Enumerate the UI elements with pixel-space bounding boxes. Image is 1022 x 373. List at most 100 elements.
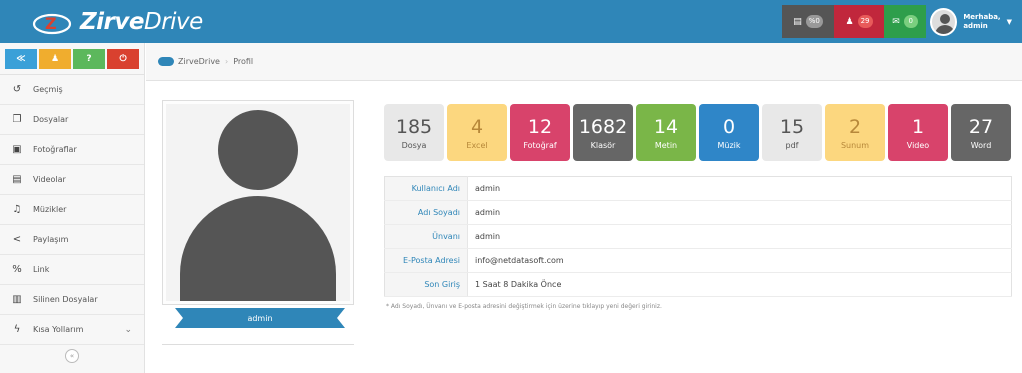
stat-label: Metin (654, 140, 678, 150)
cloud-icon (158, 57, 174, 66)
list-icon: ▤ (793, 16, 802, 27)
field-label: E-Posta Adresi (384, 248, 468, 273)
profile-shortcut-button[interactable]: ♟ (39, 49, 71, 69)
sidebar-item-sharing[interactable]: < Paylaşım (0, 225, 144, 255)
stat-value: 1 (911, 115, 925, 138)
stat-tile-folders[interactable]: 1682 Klasör (573, 104, 633, 161)
sidebar-item-label: Kısa Yollarım (33, 325, 84, 334)
fullname-field[interactable]: admin (467, 200, 1012, 225)
avatar (930, 7, 958, 36)
profile-photo[interactable] (162, 100, 354, 305)
sidebar-item-label: Paylaşım (33, 235, 69, 244)
envelope-icon: ✉ (892, 16, 900, 27)
stat-label: Excel (466, 140, 488, 150)
power-icon: ⏻ (119, 54, 127, 64)
field-label: Ünvanı (384, 224, 468, 249)
table-row: Kullanıcı Adı admin (384, 176, 1012, 201)
table-row: Adı Soyadı admin (384, 200, 1012, 225)
breadcrumb-separator: › (224, 57, 229, 66)
stat-tile-music[interactable]: 0 Müzik (699, 104, 759, 161)
stat-label: Sunum (840, 140, 870, 150)
files-badge: %0 (805, 15, 823, 28)
breadcrumb: ZirveDrive › Profil (146, 43, 1022, 81)
stat-value: 1682 (578, 115, 628, 138)
share-shortcut-button[interactable]: ≪ (5, 49, 37, 69)
file-stats: 185 Dosya 4 Excel 12 Fotoğraf 1682 Klasö… (384, 104, 1011, 161)
stat-label: Word (970, 140, 992, 150)
stat-value: 185 (395, 115, 433, 138)
photo-icon: ▣ (12, 144, 22, 155)
stat-tile-excel[interactable]: 4 Excel (447, 104, 507, 161)
email-field[interactable]: info@netdatasoft.com (467, 248, 1012, 273)
sidebar: ≪ ♟ ? ⏻ ↺ Geçmiş ❐ Dosyalar ▣ Fotoğrafla… (0, 43, 145, 373)
sidebar-item-photos[interactable]: ▣ Fotoğraflar (0, 135, 144, 165)
breadcrumb-root-link[interactable]: ZirveDrive (178, 57, 220, 66)
chevron-down-icon: ⌄ (124, 324, 132, 335)
stat-tile-files[interactable]: 185 Dosya (384, 104, 444, 161)
ribbon-notch-right (337, 308, 345, 328)
user-icon: ♟ (50, 54, 60, 64)
sidebar-item-videos[interactable]: ▤ Videolar (0, 165, 144, 195)
stat-tile-presentation[interactable]: 2 Sunum (825, 104, 885, 161)
stat-label: Müzik (717, 140, 741, 150)
notifications-button[interactable]: ♟ 29 (834, 5, 884, 38)
stat-label: Klasör (590, 140, 616, 150)
user-greeting: Merhaba, (963, 12, 1001, 21)
sidebar-item-files[interactable]: ❐ Dosyalar (0, 105, 144, 135)
stat-value: 27 (968, 115, 994, 138)
stat-tile-photos[interactable]: 12 Fotoğraf (510, 104, 570, 161)
ribbon-notch-left (175, 308, 183, 328)
table-row: E-Posta Adresi info@netdatasoft.com (384, 248, 1012, 273)
logo-text: ZirveDrive (80, 9, 203, 35)
user-name: admin (963, 21, 988, 30)
stat-tile-pdf[interactable]: 15 pdf (762, 104, 822, 161)
breadcrumb-current: Profil (233, 57, 254, 66)
sidebar-item-label: Link (33, 265, 50, 274)
help-shortcut-button[interactable]: ? (73, 49, 105, 69)
bolt-icon: ϟ (13, 324, 21, 335)
stat-value: 12 (527, 115, 553, 138)
video-icon: ▤ (12, 174, 22, 185)
sidebar-item-label: Videolar (33, 175, 66, 184)
divider (162, 344, 354, 345)
sidebar-shortcut-buttons: ≪ ♟ ? ⏻ (0, 43, 144, 75)
field-label: Son Giriş (384, 272, 468, 297)
logout-shortcut-button[interactable]: ⏻ (107, 49, 139, 69)
stat-value: 2 (848, 115, 862, 138)
title-field[interactable]: admin (467, 224, 1012, 249)
files-icon: ❐ (12, 114, 22, 125)
logo-icon: Z (32, 13, 72, 35)
share-icon: < (12, 234, 22, 245)
app-logo[interactable]: Z ZirveDrive (30, 7, 203, 37)
stat-tile-text[interactable]: 14 Metin (636, 104, 696, 161)
bell-icon: ♟ (845, 16, 854, 27)
username-value: admin (467, 176, 1012, 201)
user-menu-button[interactable]: Merhaba, admin ▼ (926, 5, 1016, 38)
caret-down-icon: ▼ (1006, 17, 1012, 26)
sidebar-item-history[interactable]: ↺ Geçmiş (0, 75, 144, 105)
stat-value: 4 (470, 115, 484, 138)
sidebar-item-deleted-files[interactable]: ▥ Silinen Dosyalar (0, 285, 144, 315)
files-menu-button[interactable]: ▤ %0 (782, 5, 834, 38)
stat-tile-word[interactable]: 27 Word (951, 104, 1011, 161)
link-icon: % (12, 264, 22, 275)
sidebar-item-label: Silinen Dosyalar (33, 295, 98, 304)
sidebar-item-shortcuts[interactable]: ϟ Kısa Yollarım ⌄ (0, 315, 144, 345)
stat-value: 14 (653, 115, 679, 138)
sidebar-item-label: Müzikler (33, 205, 67, 214)
last-login-value: 1 Saat 8 Dakika Önce (467, 272, 1012, 297)
stat-tile-video[interactable]: 1 Video (888, 104, 948, 161)
table-row: Son Giriş 1 Saat 8 Dakika Önce (384, 272, 1012, 297)
messages-badge: 0 (903, 15, 918, 28)
sidebar-item-music[interactable]: ♫ Müzikler (0, 195, 144, 225)
stat-label: Fotoğraf (523, 140, 557, 150)
sidebar-item-link[interactable]: % Link (0, 255, 144, 285)
edit-hint-note: * Adı Soyadı, Ünvanı ve E-posta adresini… (386, 303, 662, 310)
messages-button[interactable]: ✉ 0 (884, 5, 926, 38)
profile-info-table: Kullanıcı Adı admin Adı Soyadı admin Ünv… (384, 176, 1012, 297)
help-icon: ? (86, 54, 92, 64)
user-silhouette-icon (166, 104, 350, 301)
field-label: Kullanıcı Adı (384, 176, 468, 201)
share-icon: ≪ (16, 54, 26, 64)
sidebar-collapse-toggle[interactable]: « (0, 345, 144, 367)
